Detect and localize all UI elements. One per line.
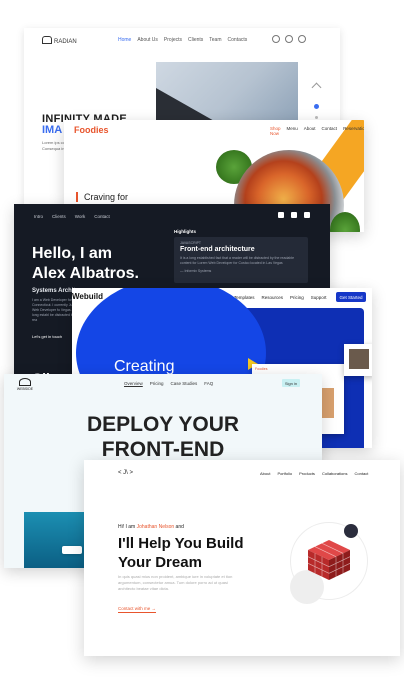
radian-title-accent: IMA (42, 124, 63, 136)
person-image (349, 349, 369, 369)
deploy-headline-line-2: FRONT-END (101, 438, 225, 461)
alex-subtitle: Systems Archit (32, 288, 76, 294)
jn-paragraph: In quis quasi mius non proident, ambique… (118, 574, 233, 591)
photo-thumbnail (344, 344, 372, 376)
alex-nav-contact[interactable]: Contact (94, 214, 110, 219)
deploy-nav: Overview Pricing Case Studies FAQ (124, 381, 213, 386)
alex-hero-title: Hello, I am Alex Albatros. (32, 244, 139, 284)
alex-nav-clients[interactable]: Clients (52, 214, 66, 219)
highlights-heading: Highlights (174, 229, 196, 234)
deploy-headline-line-1: DEPLOY YOUR (86, 413, 240, 436)
highlight-kicker: JAVASCRIPT (180, 241, 202, 245)
radian-nav-home[interactable]: Home (118, 37, 131, 43)
radian-nav-team[interactable]: Team (209, 37, 221, 43)
foodies-nav-shop[interactable]: Shop Now (270, 126, 281, 136)
alex-nav-work[interactable]: Work (75, 214, 85, 219)
foodies-headline: Craving for (76, 192, 128, 202)
building-shape (156, 88, 216, 122)
contact-with-me-link[interactable]: Contact with me → (118, 606, 157, 613)
jn-nav-products[interactable]: Products (299, 471, 315, 476)
deploy-hero-image (24, 512, 84, 568)
github-icon[interactable] (291, 212, 297, 218)
deploy-nav-overview[interactable]: Overview (124, 381, 143, 386)
jn-nav-contact[interactable]: Contact (355, 471, 369, 476)
foodies-brand[interactable]: Foodies (74, 125, 109, 135)
jn-headline-line-1: I'll Help You Build (118, 535, 244, 552)
hello-line-1: Hello, I am (32, 245, 113, 262)
radian-logo-icon (42, 36, 52, 44)
chat-icon[interactable] (285, 35, 293, 43)
mini-brand: Foodies (255, 367, 268, 371)
johathan-preview-card[interactable]: < J\ > About Portfolio Products Collabor… (84, 460, 400, 656)
instagram-icon[interactable] (272, 35, 280, 43)
webuild-brand[interactable]: Webuild (72, 292, 103, 301)
radian-nav: Home About Us Projects Clients Team Cont… (118, 37, 247, 43)
foodies-nav-reservation[interactable]: Reservation (343, 126, 364, 136)
decor-circle-dark (344, 524, 358, 538)
foodies-nav: Shop Now Menu About Contact Reservation (270, 126, 364, 136)
alex-nav-intro[interactable]: Intro (34, 214, 43, 219)
linkedin-icon[interactable] (304, 212, 310, 218)
deploy-chip (62, 546, 82, 554)
webuild-nav-pricing[interactable]: Pricing (290, 295, 304, 300)
jn-nav-about[interactable]: About (260, 471, 270, 476)
deploy-nav-pricing[interactable]: Pricing (150, 381, 164, 386)
radian-hero-image (156, 62, 298, 122)
alex-nav: Intro Clients Work Contact (34, 214, 110, 219)
alex-cta-link[interactable]: Let's get in touch (32, 334, 62, 339)
radian-brand: RADIAN (54, 39, 77, 45)
jn-headline: I'll Help You Build Your Dream (118, 534, 244, 572)
radian-logo[interactable]: RADIAN (42, 36, 77, 45)
jn-logo[interactable]: < J\ > (118, 470, 133, 476)
jn-greeting: Hi! I am Johathan Nelson and (118, 524, 184, 530)
webuild-nav-support[interactable]: Support (311, 295, 327, 300)
red-cube-icon (307, 540, 351, 580)
deploy-logo[interactable]: WEBSIDE (14, 378, 36, 391)
jn-headline-line-2: Your Dream (118, 554, 202, 571)
deploy-headline: DEPLOY YOUR FRONT-END (4, 412, 322, 462)
phone-icon[interactable] (298, 35, 306, 43)
foodies-nav-about[interactable]: About (304, 126, 316, 136)
highlight-description: It is a long established fact that a rea… (180, 256, 295, 265)
highlight-meta: — Informix Systems (180, 269, 212, 273)
deploy-nav-faq[interactable]: FAQ (204, 381, 213, 386)
radian-nav-clients[interactable]: Clients (188, 37, 203, 43)
foodies-nav-contact[interactable]: Contact (322, 126, 338, 136)
hello-line-2: Alex Albatros. (32, 265, 139, 282)
radian-social-icons (272, 35, 306, 43)
webuild-nav: Templates Resources Pricing Support (234, 295, 327, 300)
radian-nav-contacts[interactable]: Contacts (228, 37, 248, 43)
slider-dot[interactable] (315, 116, 318, 119)
slider-dot-active[interactable] (314, 104, 319, 109)
highlight-card[interactable]: JAVASCRIPT Front-end architecture It is … (174, 237, 308, 283)
deploy-logo-icon (19, 378, 31, 386)
jn-nav: About Portfolio Products Collaborations … (260, 471, 368, 476)
sign-in-button[interactable]: Sign in (282, 379, 300, 387)
radian-nav-about[interactable]: About Us (137, 37, 158, 43)
webuild-nav-resources[interactable]: Resources (262, 295, 284, 300)
chevron-up-icon[interactable] (311, 82, 322, 93)
jn-greeting-suffix: and (175, 524, 184, 530)
jn-nav-collaborations[interactable]: Collaborations (322, 471, 348, 476)
get-started-button[interactable]: Get Started (336, 292, 366, 302)
jn-nav-portfolio[interactable]: Portfolio (277, 471, 292, 476)
foodies-nav-menu[interactable]: Menu (287, 126, 298, 136)
highlight-title: Front-end architecture (180, 246, 255, 253)
deploy-brand: WEBSIDE (16, 387, 34, 391)
radian-nav-projects[interactable]: Projects (164, 37, 182, 43)
alex-social-icons (278, 212, 310, 218)
jn-greeting-prefix: Hi! I am (118, 524, 136, 530)
deploy-nav-case-studies[interactable]: Case Studies (171, 381, 198, 386)
twitter-icon[interactable] (278, 212, 284, 218)
jn-greeting-name: Johathan Nelson (136, 524, 175, 530)
